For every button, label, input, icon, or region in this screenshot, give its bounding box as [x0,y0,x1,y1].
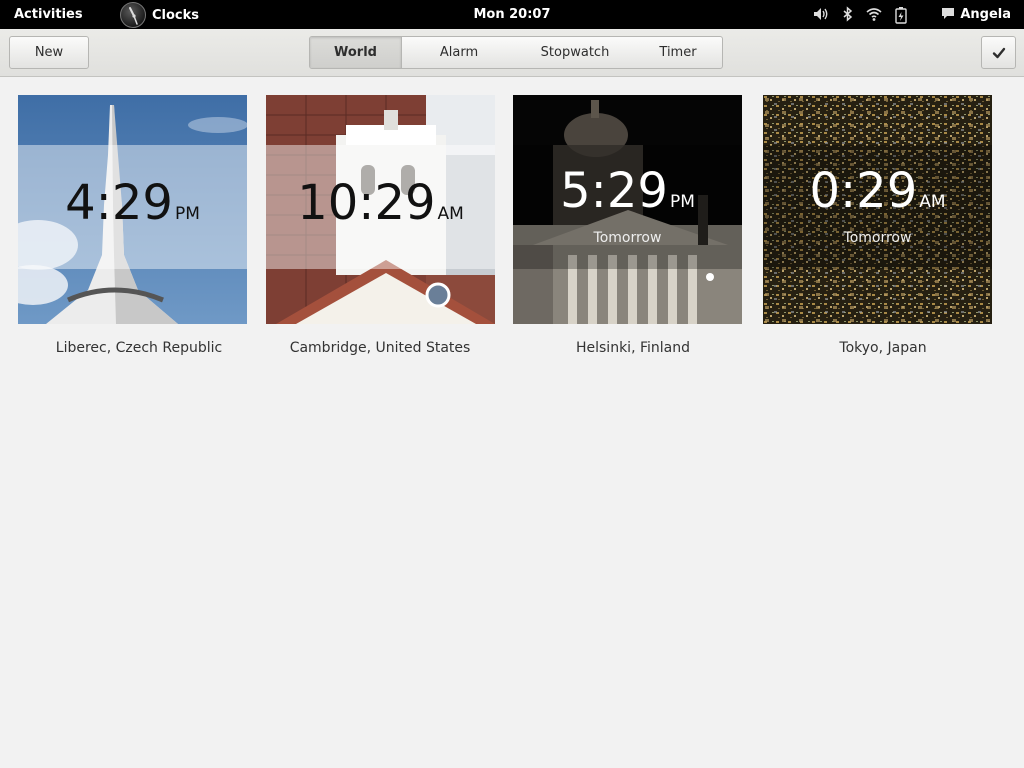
system-clock[interactable]: Mon 20:07 [473,7,550,22]
clock-ampm: AM [919,192,946,212]
clock-ampm: PM [174,204,200,224]
wifi-icon[interactable] [866,6,882,22]
checkmark-icon [992,47,1005,58]
header-bar: New World Alarm Stopwatch Timer [0,29,1024,77]
clock-time: 4:29 [65,175,173,231]
city-label: Cambridge, United States [289,340,471,356]
clock-ampm: PM [669,192,695,212]
clock-day-label: Tomorrow [593,230,662,246]
city-label: Helsinki, Finland [575,340,690,356]
city-label: Tokyo, Japan [839,340,927,356]
world-clock-tile[interactable]: 10:29 AM [266,95,495,324]
tab-alarm[interactable]: Alarm [402,37,516,68]
clock-time: 5:29 [560,163,668,219]
clock-time-display: 0:29 AM [763,163,992,219]
clock-time-display: 5:29 PM [513,163,742,219]
bluetooth-icon[interactable] [842,6,854,23]
clock-time-display: 4:29 PM [18,175,247,231]
tab-stopwatch[interactable]: Stopwatch [516,37,634,68]
clock-day-label: Tomorrow [843,230,912,246]
clock-time: 10:29 [297,175,436,231]
world-clock-tile[interactable]: 5:29 PM Tomorrow [513,95,742,324]
clock-time-display: 10:29 AM [266,175,495,231]
tab-world[interactable]: World [310,37,402,68]
select-button[interactable] [981,36,1016,69]
world-clock-tile[interactable]: 0:29 AM Tomorrow [763,95,992,324]
clock-ampm: AM [437,204,464,224]
activities-button[interactable]: Activities [14,7,83,22]
world-clock-tile[interactable]: 4:29 PM [18,95,247,324]
new-button[interactable]: New [9,36,89,69]
view-switcher: World Alarm Stopwatch Timer [309,36,723,69]
clock-time: 0:29 [809,163,918,219]
clocks-app-icon [120,2,146,28]
app-name: Clocks [152,7,200,23]
user-menu[interactable]: Angela [960,7,1011,22]
battery-icon[interactable] [893,6,909,24]
tab-timer[interactable]: Timer [634,37,722,68]
top-bar: Activities Clocks Mon 20:07 Angela [0,0,1024,29]
app-menu[interactable]: Clocks [120,2,199,28]
volume-icon[interactable] [812,6,830,22]
chat-icon[interactable] [940,6,956,22]
city-label: Liberec, Czech Republic [55,340,223,356]
